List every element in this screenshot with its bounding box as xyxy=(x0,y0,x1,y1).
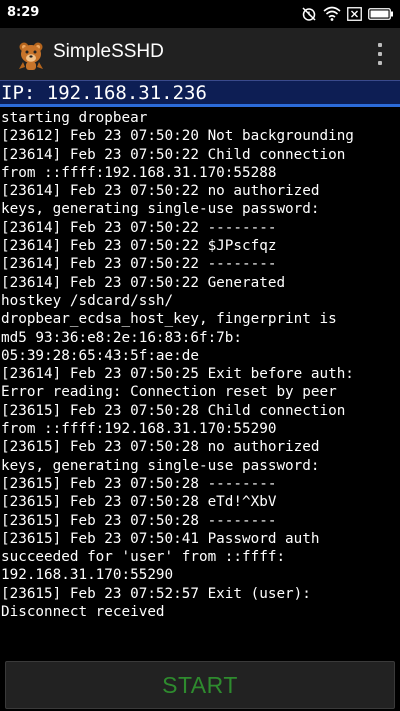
log-line: [23615] Feb 23 07:50:41 Password auth xyxy=(1,530,320,547)
log-line: [23614] Feb 23 07:50:22 -------- xyxy=(1,219,277,236)
notification-x-icon xyxy=(347,7,362,21)
log-line: [23615] Feb 23 07:50:28 -------- xyxy=(1,512,277,529)
alarm-off-icon xyxy=(301,6,317,22)
start-button[interactable]: START xyxy=(5,661,395,709)
log-line: from ::ffff:192.168.31.170:55290 xyxy=(1,421,277,438)
ip-address-text: IP: 192.168.31.236 xyxy=(1,82,207,104)
log-output[interactable]: starting dropbear [23612] Feb 23 07:50:2… xyxy=(0,109,400,629)
overflow-menu-icon[interactable] xyxy=(374,41,386,67)
status-icons xyxy=(301,6,394,22)
log-line: dropbear_ecdsa_host_key, fingerprint is xyxy=(1,311,337,328)
bear-app-icon xyxy=(15,39,47,71)
log-line: starting dropbear xyxy=(1,110,148,126)
overflow-dot xyxy=(378,52,382,56)
log-line: [23614] Feb 23 07:50:22 no authorized xyxy=(1,183,320,200)
log-line: keys, generating single-use password: xyxy=(1,201,320,218)
log-line: [23614] Feb 23 07:50:22 -------- xyxy=(1,256,277,273)
log-line: [23615] Feb 23 07:50:28 -------- xyxy=(1,475,277,492)
overflow-dot xyxy=(378,43,382,47)
log-line: keys, generating single-use password: xyxy=(1,457,320,474)
log-line: Disconnect received xyxy=(1,604,165,621)
log-line: succeeded for 'user' from ::ffff: xyxy=(1,549,286,566)
bottom-bar: START xyxy=(0,655,400,711)
action-bar: SimpleSSHD xyxy=(0,28,400,80)
log-line: [23614] Feb 23 07:50:22 Child connection xyxy=(1,146,346,163)
log-line: [23614] Feb 23 07:50:22 Generated xyxy=(1,274,286,291)
battery-icon xyxy=(368,8,394,20)
log-line: Error reading: Connection reset by peer xyxy=(1,384,337,401)
log-line: hostkey /sdcard/ssh/ xyxy=(1,292,174,309)
log-line: md5 93:36:e8:2e:16:83:6f:7b: xyxy=(1,329,243,346)
wifi-icon xyxy=(323,6,341,22)
log-line: [23614] Feb 23 07:50:25 Exit before auth… xyxy=(1,366,354,383)
overflow-dot xyxy=(378,61,382,65)
log-line: [23614] Feb 23 07:50:22 $JPscfqz xyxy=(1,238,277,255)
log-line: [23615] Feb 23 07:52:57 Exit (user): xyxy=(1,585,311,602)
log-line: [23615] Feb 23 07:50:28 no authorized xyxy=(1,439,320,456)
log-line: [23612] Feb 23 07:50:20 Not backgroundin… xyxy=(1,128,354,145)
status-bar: 8:29 xyxy=(0,0,400,28)
log-line: 05:39:28:65:43:5f:ae:de xyxy=(1,347,199,364)
app-title: SimpleSSHD xyxy=(53,41,164,62)
log-line: [23615] Feb 23 07:50:28 eTd!^XbV xyxy=(1,494,277,511)
status-time: 8:29 xyxy=(7,5,40,20)
ip-address-bar: IP: 192.168.31.236 xyxy=(0,80,400,107)
log-line: [23615] Feb 23 07:50:28 Child connection xyxy=(1,402,346,419)
log-line: 192.168.31.170:55290 xyxy=(1,567,174,584)
log-line: from ::ffff:192.168.31.170:55288 xyxy=(1,164,277,181)
